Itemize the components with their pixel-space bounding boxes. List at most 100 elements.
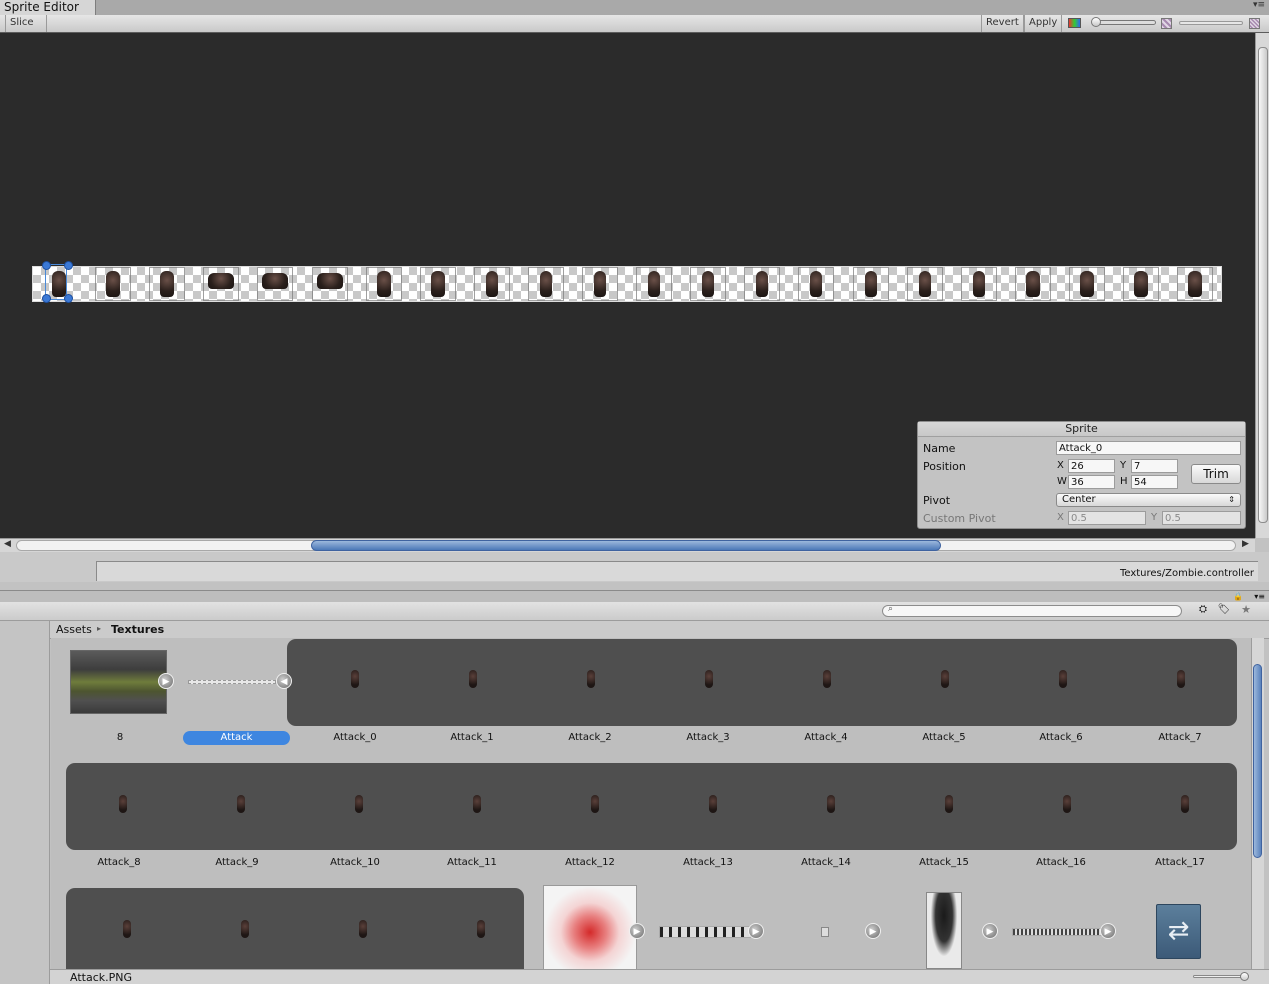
asset-label-attack-10[interactable]: Attack_10 bbox=[300, 857, 410, 868]
sprite-slice-rect[interactable] bbox=[960, 267, 997, 301]
sprite-slice-rect[interactable] bbox=[1068, 267, 1105, 301]
sprite-slice-rect[interactable] bbox=[527, 267, 564, 301]
asset-label-attack-17[interactable]: Attack_17 bbox=[1125, 857, 1235, 868]
sprite-slice-rect[interactable] bbox=[257, 267, 294, 301]
sprite-icon[interactable] bbox=[237, 795, 245, 813]
height-field[interactable]: 54 bbox=[1131, 475, 1178, 489]
asset-label-attack-5[interactable]: Attack_5 bbox=[889, 732, 999, 743]
asset-label-attack-15[interactable]: Attack_15 bbox=[889, 857, 999, 868]
sprite-icon[interactable] bbox=[1177, 670, 1185, 688]
sprite-slice-rect[interactable] bbox=[1177, 267, 1214, 301]
sprite-slice-rect[interactable] bbox=[95, 267, 132, 301]
resize-handle-top-right[interactable] bbox=[64, 261, 73, 270]
asset-grid[interactable]: ▶ ◀ 8 Attack Attack_0 Attack_1 Attack_2 … bbox=[51, 638, 1251, 969]
sprite-icon[interactable] bbox=[587, 670, 595, 688]
project-folder-tree[interactable] bbox=[0, 621, 50, 984]
sprite-icon[interactable] bbox=[469, 670, 477, 688]
sprite-slice-rect[interactable] bbox=[744, 267, 781, 301]
horizontal-scroll-thumb[interactable] bbox=[311, 540, 941, 551]
icon-size-slider-thumb[interactable] bbox=[1240, 972, 1249, 981]
project-vertical-scroll-thumb[interactable] bbox=[1253, 664, 1262, 858]
sprite-icon[interactable] bbox=[705, 670, 713, 688]
icon-size-slider[interactable] bbox=[1193, 972, 1249, 981]
apply-button[interactable]: Apply bbox=[1024, 15, 1062, 32]
name-field[interactable]: Attack_0 bbox=[1056, 441, 1241, 455]
sprite-icon[interactable] bbox=[827, 795, 835, 813]
sprite-icon[interactable] bbox=[1059, 670, 1067, 688]
asset-label-attack-9[interactable]: Attack_9 bbox=[182, 857, 292, 868]
tab-menu-icon[interactable]: ▾≡ bbox=[1253, 1, 1265, 10]
asset-label-attack-6[interactable]: Attack_6 bbox=[1006, 732, 1116, 743]
sprite-icon[interactable] bbox=[359, 920, 367, 938]
sprite-slice-rect[interactable] bbox=[690, 267, 727, 301]
sprite-slice-rect[interactable] bbox=[852, 267, 889, 301]
width-field[interactable]: 36 bbox=[1068, 475, 1115, 489]
project-menu-icon[interactable]: ▾≡ bbox=[1254, 592, 1265, 601]
asset-label-attack-12[interactable]: Attack_12 bbox=[535, 857, 645, 868]
sprite-icon[interactable] bbox=[591, 795, 599, 813]
blood-splatter-thumbnail[interactable] bbox=[543, 885, 637, 969]
sprite-slice-rect[interactable] bbox=[1014, 267, 1051, 301]
zoom-slider[interactable] bbox=[1091, 17, 1156, 27]
filter-by-label-icon[interactable]: 🏷 bbox=[1217, 604, 1231, 617]
pivot-dropdown[interactable]: Center ⇕ bbox=[1056, 493, 1241, 507]
sprite-slice-rect[interactable] bbox=[149, 267, 186, 301]
expand-small-sprite-icon[interactable]: ▶ bbox=[865, 923, 881, 939]
asset-label-attack-7[interactable]: Attack_7 bbox=[1125, 732, 1235, 743]
resize-handle-bottom-right[interactable] bbox=[64, 294, 73, 303]
asset-label-attack-3[interactable]: Attack_3 bbox=[653, 732, 763, 743]
scroll-right-arrow-icon[interactable]: ▶ bbox=[1242, 539, 1249, 549]
sprite-slice-rect[interactable] bbox=[582, 267, 618, 301]
character-thumbnail[interactable] bbox=[926, 892, 962, 969]
resize-handle-top-left[interactable] bbox=[42, 261, 51, 270]
search-input[interactable]: ⌕ bbox=[882, 604, 1182, 617]
sprite-slice-rect[interactable] bbox=[1123, 267, 1159, 301]
animator-controller-icon[interactable]: ⇄ bbox=[1156, 904, 1201, 959]
position-y-field[interactable]: 7 bbox=[1131, 459, 1178, 473]
canvas-horizontal-scrollbar[interactable]: ◀ ▶ bbox=[0, 538, 1255, 552]
expand-run-sheet-icon[interactable]: ▶ bbox=[1100, 923, 1116, 939]
asset-label-attack-11[interactable]: Attack_11 bbox=[417, 857, 527, 868]
sprite-icon[interactable] bbox=[1181, 795, 1189, 813]
sprite-slice-rect[interactable] bbox=[311, 267, 348, 301]
sprite-slice-rect[interactable] bbox=[419, 267, 456, 301]
sprite-icon[interactable] bbox=[241, 920, 249, 938]
asset-label-attack-16[interactable]: Attack_16 bbox=[1006, 857, 1116, 868]
resize-handle-bottom-left[interactable] bbox=[42, 294, 51, 303]
color-channel-icon[interactable] bbox=[1068, 18, 1081, 28]
lock-icon[interactable]: 🔒 bbox=[1233, 592, 1243, 601]
expand-sprite-sheet-icon[interactable]: ▶ bbox=[158, 673, 174, 689]
sprite-icon[interactable] bbox=[477, 920, 485, 938]
asset-label-attack-2[interactable]: Attack_2 bbox=[535, 732, 645, 743]
slice-dropdown[interactable]: Slice ↕ bbox=[5, 15, 47, 44]
asset-label-attack-8[interactable]: Attack_8 bbox=[64, 857, 174, 868]
asset-label-attack-13[interactable]: Attack_13 bbox=[653, 857, 763, 868]
small-sprite-thumbnail[interactable] bbox=[821, 927, 829, 937]
run-sheet-thumbnail[interactable] bbox=[1012, 928, 1104, 936]
sprite-icon[interactable] bbox=[823, 670, 831, 688]
attack-sheet-thumbnail[interactable] bbox=[188, 680, 276, 684]
project-vertical-scrollbar[interactable] bbox=[1251, 638, 1264, 969]
asset-label-attack-1[interactable]: Attack_1 bbox=[417, 732, 527, 743]
asset-label-attack-selected[interactable]: Attack bbox=[183, 731, 290, 745]
zoom-slider-thumb[interactable] bbox=[1091, 17, 1101, 27]
sprite-icon[interactable] bbox=[473, 795, 481, 813]
sprite-icon[interactable] bbox=[123, 920, 131, 938]
expand-asset-icon[interactable]: ▶ bbox=[629, 923, 645, 939]
sprite-frame[interactable] bbox=[52, 271, 66, 297]
canvas-vertical-scrollbar[interactable] bbox=[1255, 33, 1269, 538]
sprite-slice-rect[interactable] bbox=[365, 267, 402, 301]
filter-by-type-icon[interactable]: ⛭ bbox=[1196, 604, 1210, 617]
revert-button[interactable]: Revert bbox=[981, 15, 1024, 32]
sprite-slice-rect[interactable] bbox=[203, 267, 240, 301]
breadcrumb-textures[interactable]: Textures bbox=[111, 623, 164, 636]
collapse-sprite-sheet-icon[interactable]: ◀ bbox=[276, 673, 292, 689]
asset-label-8[interactable]: 8 bbox=[65, 732, 175, 743]
sprite-icon[interactable] bbox=[355, 795, 363, 813]
sprite-slice-rect[interactable] bbox=[636, 267, 673, 301]
texture-thumbnail[interactable] bbox=[70, 650, 167, 714]
expand-walk-sheet-icon[interactable]: ▶ bbox=[748, 923, 764, 939]
asset-label-attack-14[interactable]: Attack_14 bbox=[771, 857, 881, 868]
expand-character-icon[interactable]: ▶ bbox=[982, 923, 998, 939]
trim-button[interactable]: Trim bbox=[1191, 464, 1241, 484]
